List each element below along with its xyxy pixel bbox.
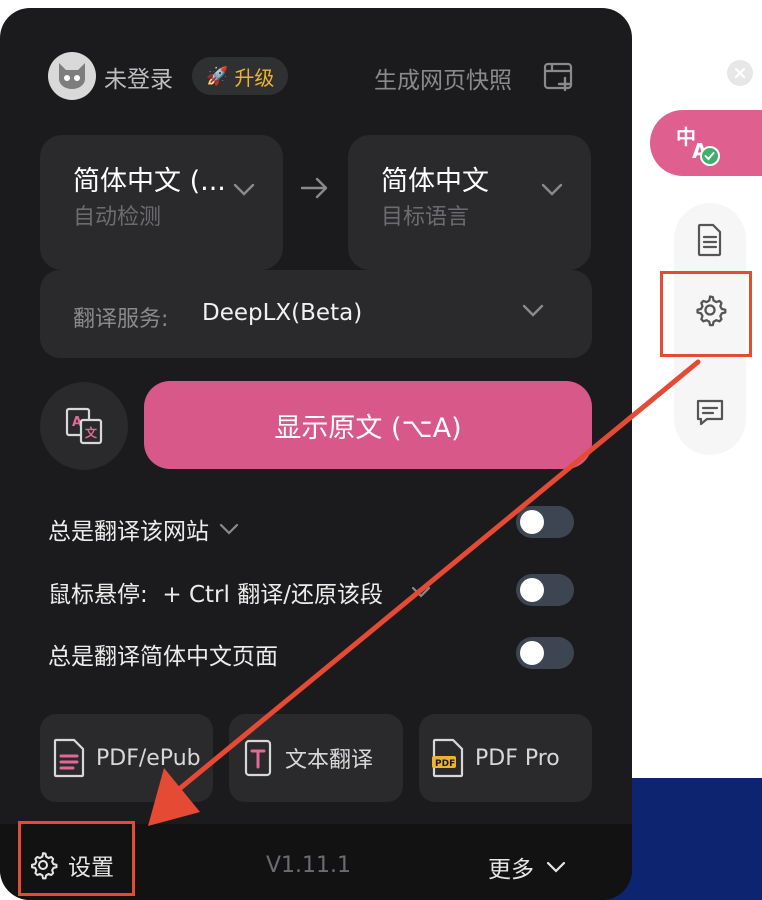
- annotation-arrow: [148, 359, 701, 826]
